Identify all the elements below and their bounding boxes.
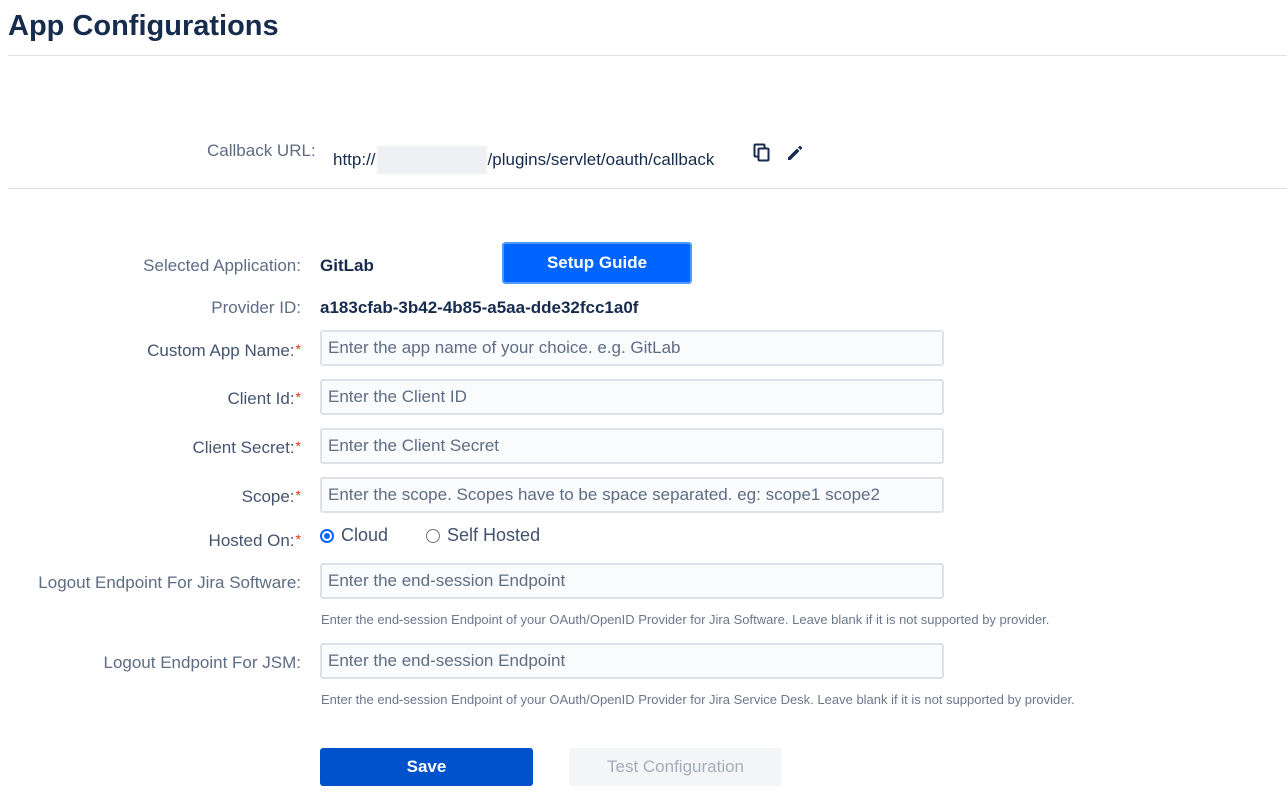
radio-button-checked[interactable] (320, 528, 334, 543)
callback-url-suffix: /plugins/servlet/oauth/callback (487, 150, 715, 169)
logout-endpoint-jsm-help: Enter the end-session Endpoint of your O… (321, 692, 1075, 707)
callback-url-label: Callback URL: (207, 141, 316, 160)
selected-application-label: Selected Application: (143, 256, 301, 275)
logout-endpoint-jira-label: Logout Endpoint For Jira Software: (38, 573, 301, 592)
save-button[interactable]: Save (320, 748, 533, 786)
hosted-on-label: Hosted On:* (208, 531, 301, 550)
client-secret-label: Client Secret:* (192, 438, 302, 457)
redacted-host (376, 146, 487, 174)
hosted-on-radio-group: Cloud Self Hosted (320, 525, 578, 546)
selected-application-value: GitLab (320, 256, 374, 275)
logout-endpoint-jsm-input[interactable] (320, 643, 944, 679)
edit-pencil-icon[interactable] (785, 143, 805, 163)
page-title: App Configurations (8, 10, 279, 42)
copy-icon[interactable] (752, 143, 772, 163)
required-marker: * (295, 389, 301, 405)
provider-id-value: a183cfab-3b42-4b85-a5aa-dde32fcc1a0f (320, 298, 639, 317)
radio-cloud-label: Cloud (341, 525, 389, 545)
setup-guide-button[interactable]: Setup Guide (502, 242, 692, 284)
custom-app-name-input[interactable] (320, 330, 944, 366)
logout-endpoint-jira-help: Enter the end-session Endpoint of your O… (321, 612, 1050, 627)
title-divider (8, 55, 1287, 56)
custom-app-name-label: Custom App Name:* (147, 341, 301, 360)
callback-url-prefix: http:// (333, 150, 376, 169)
scope-input[interactable] (320, 477, 944, 513)
provider-id-label: Provider ID: (211, 298, 301, 317)
radio-cloud[interactable]: Cloud (320, 525, 388, 546)
scope-label: Scope:* (241, 487, 301, 506)
client-id-label: Client Id:* (227, 389, 301, 408)
radio-self-hosted-label: Self Hosted (447, 525, 541, 545)
required-marker: * (295, 531, 301, 547)
radio-button-unchecked[interactable] (426, 528, 441, 543)
radio-self-hosted[interactable]: Self Hosted (426, 525, 540, 546)
test-configuration-button[interactable]: Test Configuration (569, 748, 782, 786)
required-marker: * (295, 487, 301, 503)
required-marker: * (295, 341, 301, 357)
client-id-input[interactable] (320, 379, 944, 415)
client-secret-input[interactable] (320, 428, 944, 464)
logout-endpoint-jsm-label: Logout Endpoint For JSM: (103, 653, 301, 672)
required-marker: * (295, 438, 301, 454)
logout-endpoint-jira-input[interactable] (320, 563, 944, 599)
section-divider (8, 188, 1287, 189)
callback-url: http:// /plugins/servlet/oauth/callback (333, 146, 714, 174)
